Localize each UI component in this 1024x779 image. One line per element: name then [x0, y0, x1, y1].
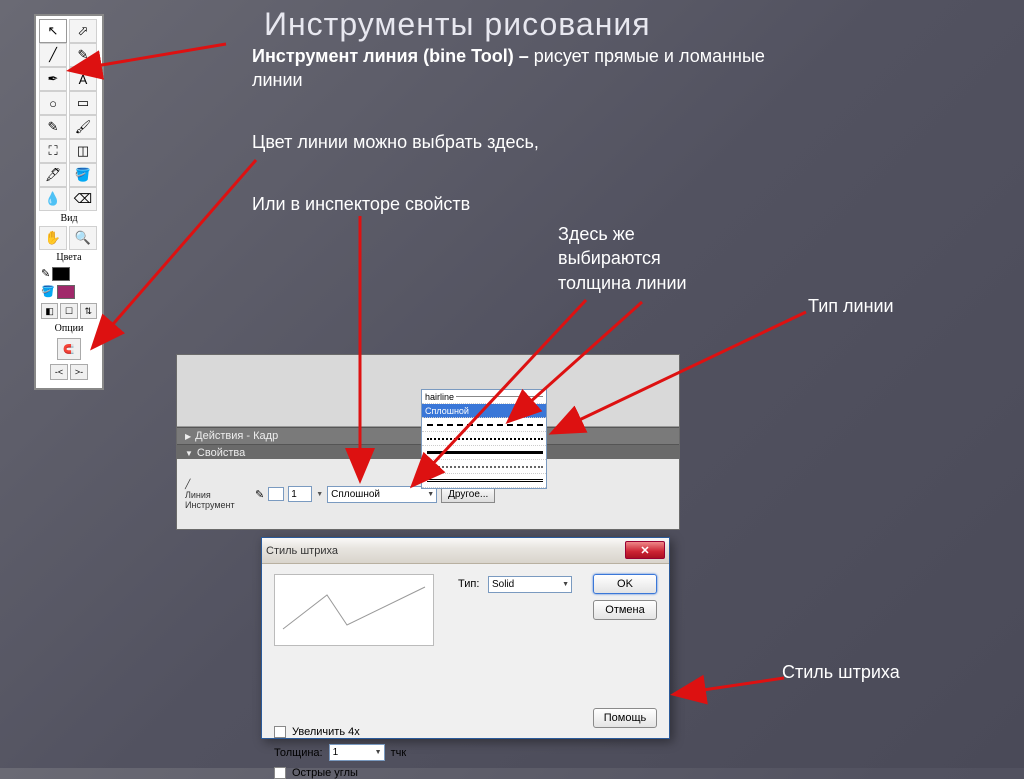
section-options: Опции: [39, 321, 99, 336]
dialog-title: Стиль штриха: [266, 545, 338, 557]
oval-tool[interactable]: ○: [39, 91, 67, 115]
style-solid[interactable]: Сплошной: [422, 404, 546, 418]
text-inspector: Или в инспекторе свойств: [252, 192, 470, 216]
slide-title: Инструменты рисования: [264, 6, 651, 43]
section-view: Вид: [39, 211, 99, 226]
type-label: Тип:: [458, 578, 479, 590]
brush-tool[interactable]: 🖌: [69, 115, 97, 139]
sharp-checkbox[interactable]: [274, 767, 286, 779]
eyedropper-tool[interactable]: 💧: [39, 187, 67, 211]
swap-colors[interactable]: ⇅: [80, 303, 97, 319]
option-a[interactable]: -<: [50, 364, 68, 380]
freetransform-tool[interactable]: ⛶: [39, 139, 67, 163]
pen-tool[interactable]: ✒: [39, 67, 67, 91]
text-color-here: Цвет линии можно выбрать здесь,: [252, 130, 539, 154]
style-dropdown-popup: hairline Сплошной: [421, 389, 547, 489]
style-hatched[interactable]: [422, 474, 546, 488]
selection-tool[interactable]: ↖: [39, 19, 67, 43]
line-tool[interactable]: ╱: [39, 43, 67, 67]
zoom4x-label: Увеличить 4x: [292, 726, 360, 738]
inkbottle-tool[interactable]: 🖋: [39, 163, 67, 187]
tool-indicator: ╱ Линия Инструмент: [185, 479, 247, 510]
help-button[interactable]: Помощь: [593, 708, 657, 728]
callout-linetype: Тип линии: [808, 296, 894, 317]
thickness-combo[interactable]: 1: [329, 744, 385, 761]
callout-thickness: Здесь же выбираются толщина линии: [558, 222, 738, 295]
zoom-tool[interactable]: 🔍: [69, 226, 97, 250]
eraser-tool[interactable]: ⌫: [69, 187, 97, 211]
dropdown-icon[interactable]: ▼: [316, 491, 323, 498]
stroke-preview: [274, 574, 434, 646]
type-combo[interactable]: Solid: [488, 576, 572, 593]
rectangle-tool[interactable]: ▭: [69, 91, 97, 115]
intro-text: Инструмент линия (bine Tool) – рисует пр…: [252, 44, 812, 93]
style-dashed[interactable]: [422, 418, 546, 432]
lasso-tool[interactable]: ✎: [69, 43, 97, 67]
pencil-icon: ✎: [255, 488, 264, 501]
section-colors: Цвета: [39, 250, 99, 265]
close-button[interactable]: ✕: [625, 541, 665, 559]
style-stipple[interactable]: [422, 460, 546, 474]
stroke-color-swatch[interactable]: [268, 487, 284, 501]
pencil-tool[interactable]: ✎: [39, 115, 67, 139]
style-ragged[interactable]: [422, 446, 546, 460]
option-b[interactable]: >-: [70, 364, 88, 380]
thickness-label: Толщина:: [274, 747, 323, 759]
paintbucket-tool[interactable]: 🪣: [69, 163, 97, 187]
thickness-input[interactable]: [288, 486, 312, 502]
stroke-color-row[interactable]: ✎: [39, 265, 99, 283]
ok-button[interactable]: OK: [593, 574, 657, 594]
thickness-unit: тчк: [391, 747, 407, 759]
sharp-label: Острые углы: [292, 767, 358, 779]
fill-color-row[interactable]: 🪣: [39, 283, 99, 301]
style-hairline[interactable]: hairline: [422, 390, 546, 404]
subselection-tool[interactable]: ⬀: [69, 19, 97, 43]
hand-tool[interactable]: ✋: [39, 226, 67, 250]
snap-option[interactable]: 🧲: [57, 338, 81, 360]
zoom4x-checkbox[interactable]: [274, 726, 286, 738]
dialog-titlebar[interactable]: Стиль штриха ✕: [262, 538, 669, 564]
no-color[interactable]: ☐: [60, 303, 77, 319]
cancel-button[interactable]: Отмена: [593, 600, 657, 620]
tool-palette: ↖ ⬀ ╱ ✎ ✒ A ○ ▭ ✎ 🖌 ⛶ ◫ 🖋 🪣 💧 ⌫ Вид ✋ 🔍 …: [34, 14, 104, 390]
text-tool[interactable]: A: [69, 67, 97, 91]
stroke-style-dialog: Стиль штриха ✕ Тип: Solid OK Отмена Увел…: [261, 537, 670, 739]
filltransform-tool[interactable]: ◫: [69, 139, 97, 163]
style-dotted[interactable]: [422, 432, 546, 446]
bw-colors[interactable]: ◧: [41, 303, 58, 319]
callout-strokestyle: Стиль штриха: [782, 662, 900, 683]
